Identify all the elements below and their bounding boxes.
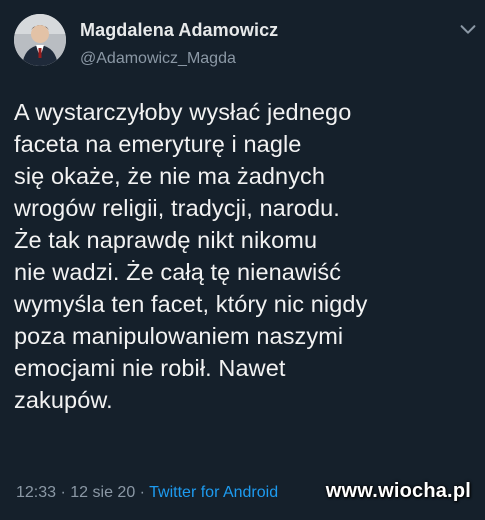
avatar[interactable] [14, 14, 66, 66]
tweet-text: A wystarczyłoby wysłać jednego faceta na… [14, 99, 368, 413]
meta-separator: · [60, 484, 66, 501]
tweet-card: Magdalena Adamowicz @Adamowicz_Magda A w… [0, 0, 485, 520]
meta-separator: · [139, 484, 145, 501]
tweet-meta: 12:33 · 12 sie 20 · Twitter for Android [16, 484, 278, 502]
author-handle[interactable]: @Adamowicz_Magda [80, 50, 236, 68]
tweet-date[interactable]: 12 sie 20 [70, 484, 135, 501]
watermark: www.wiocha.pl [325, 480, 471, 502]
author-name[interactable]: Magdalena Adamowicz [80, 20, 278, 41]
chevron-down-icon[interactable] [457, 18, 479, 40]
tweet-time[interactable]: 12:33 [16, 484, 56, 501]
avatar-photo [14, 14, 66, 66]
tweet-source-link[interactable]: Twitter for Android [149, 484, 278, 501]
